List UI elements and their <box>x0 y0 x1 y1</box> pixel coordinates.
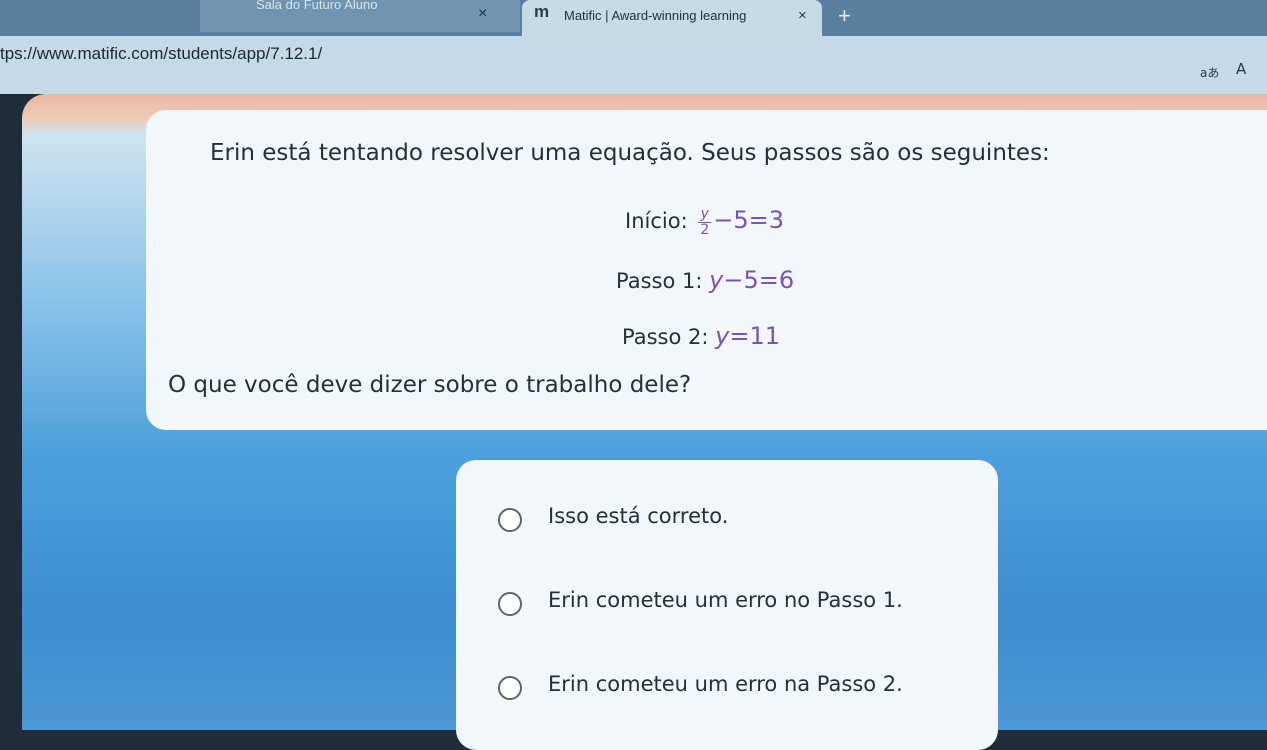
step-start: Início: y 2 −5=3 <box>625 206 784 238</box>
equation-variable: y <box>709 266 724 294</box>
tab-matific[interactable]: m Matific | Award-winning learning × <box>522 0 822 38</box>
equation-rest: −5=6 <box>723 266 795 294</box>
step-1-label: Passo 1: <box>616 269 703 293</box>
url-field[interactable]: tps://www.matific.com/students/app/7.12.… <box>0 44 322 64</box>
radio-button[interactable] <box>498 592 522 616</box>
browser-tab-bar: Sala do Futuro Aluno × m Matific | Award… <box>0 0 1267 38</box>
answer-option-label: Erin cometeu um erro na Passo 2. <box>548 672 903 696</box>
address-bar: tps://www.matific.com/students/app/7.12.… <box>0 36 1267 98</box>
question-card: Erin está tentando resolver uma equação.… <box>146 110 1267 430</box>
matific-logo-icon: m <box>534 2 550 21</box>
tab-title: Matific | Award-winning learning <box>564 8 747 23</box>
close-icon[interactable]: × <box>798 7 807 24</box>
step-2-label: Passo 2: <box>622 325 709 349</box>
font-size-icon[interactable]: A <box>1236 60 1246 78</box>
close-icon[interactable]: × <box>478 5 487 23</box>
fraction: y 2 <box>698 206 712 238</box>
read-aloud-icon[interactable]: aあ <box>1200 64 1219 81</box>
new-tab-button[interactable]: + <box>838 3 851 29</box>
question-ask: O que você deve dizer sobre o trabalho d… <box>168 372 692 398</box>
answer-option-label: Isso está correto. <box>548 504 729 528</box>
step-start-label: Início: <box>625 209 688 233</box>
equation-rest: =11 <box>729 322 780 350</box>
equation-rest: −5=3 <box>713 206 785 234</box>
equation-variable: y <box>715 322 730 350</box>
step-1: Passo 1: y−5=6 <box>616 266 794 294</box>
fraction-denominator: 2 <box>700 221 710 238</box>
question-prompt: Erin está tentando resolver uma equação.… <box>210 140 1050 166</box>
radio-button[interactable] <box>498 676 522 700</box>
fraction-numerator: y <box>698 206 712 223</box>
answer-options-card: Isso está correto. Erin cometeu um erro … <box>456 460 998 750</box>
tab-sala-do-futuro[interactable]: Sala do Futuro Aluno × <box>200 0 520 32</box>
tab-title: Sala do Futuro Aluno <box>256 0 378 12</box>
radio-button[interactable] <box>498 508 522 532</box>
answer-option-label: Erin cometeu um erro no Passo 1. <box>548 588 903 612</box>
step-2: Passo 2: y=11 <box>622 322 780 350</box>
